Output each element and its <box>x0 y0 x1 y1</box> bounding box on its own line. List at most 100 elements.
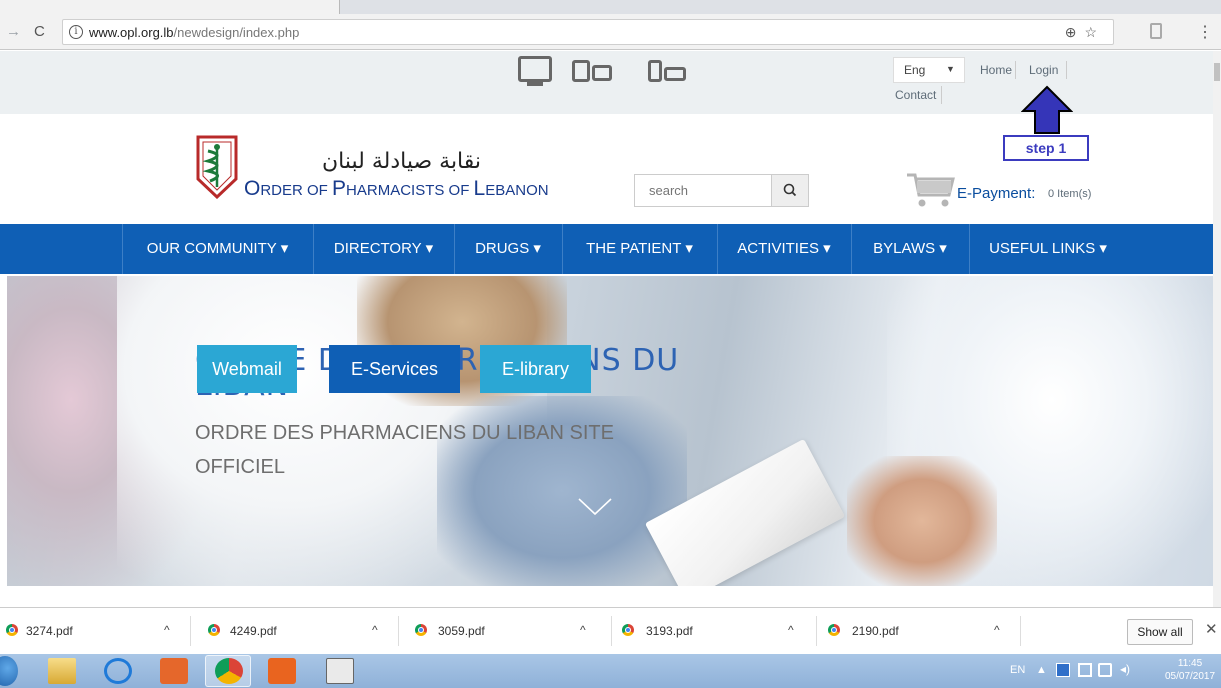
nav-the-patient[interactable]: THE PATIENT ▾ <box>562 224 717 274</box>
media-player-icon[interactable] <box>160 658 188 684</box>
omnibox-actions: ⊕☆ <box>1065 24 1105 41</box>
cart-icon[interactable] <box>905 171 955 211</box>
volume-icon[interactable]: ◂) <box>1120 662 1130 676</box>
search-input[interactable] <box>635 175 773 206</box>
url-path: /newdesign/index.php <box>173 25 300 40</box>
nav-label: DRUGS <box>475 240 530 257</box>
logo-word: EBANON <box>485 182 549 199</box>
step-arrow-icon <box>1021 85 1073 134</box>
cart-item-count: 0 Item(s) <box>1048 188 1092 200</box>
file-explorer-icon[interactable] <box>48 658 76 684</box>
search-box <box>634 174 809 207</box>
logo-english-text[interactable]: ORDER OF PHARMACISTS OF LEBANON <box>244 177 549 201</box>
tray-display-icon[interactable] <box>1098 663 1112 677</box>
forward-arrow-icon[interactable]: → <box>6 23 21 40</box>
epayment-label[interactable]: E-Payment: <box>957 185 1035 202</box>
chevron-down-icon: ▼ <box>946 64 955 74</box>
nav-useful-links[interactable]: USEFUL LINKS ▾ <box>969 224 1127 274</box>
hero-photo-hand <box>847 456 997 586</box>
logo-emblem-icon[interactable] <box>194 135 240 199</box>
login-link[interactable]: Login <box>1029 63 1058 77</box>
close-icon[interactable]: ✕ <box>1205 620 1218 638</box>
download-item[interactable]: 3274.pdf ^ <box>0 608 190 655</box>
e-library-button[interactable]: E-library <box>480 345 591 393</box>
logo-letter: O <box>244 177 261 200</box>
chrome-file-icon <box>622 624 634 636</box>
nav-directory[interactable]: DIRECTORY ▾ <box>313 224 454 274</box>
caret-down-icon: ▾ <box>1099 240 1107 257</box>
search-button[interactable] <box>771 175 808 206</box>
nav-label: THE PATIENT <box>586 240 682 257</box>
zoom-icon[interactable]: ⊕ <box>1065 24 1085 40</box>
tray-network-icon[interactable] <box>1078 663 1092 677</box>
tray-expand-icon[interactable]: ▲ <box>1036 664 1047 676</box>
nav-bylaws[interactable]: BYLAWS ▾ <box>851 224 969 274</box>
url-host: www.opl.org.lb <box>89 25 174 40</box>
input-language-indicator[interactable]: EN <box>1010 664 1025 676</box>
downloads-bar: 3274.pdf ^ 4249.pdf ^ 3059.pdf ^ 3193.pd… <box>0 607 1221 654</box>
download-item[interactable]: 4249.pdf ^ <box>196 608 396 655</box>
download-filename: 4249.pdf <box>230 624 277 638</box>
page-scrollbar[interactable] <box>1213 51 1221 607</box>
scrollbar-thumb[interactable] <box>1214 63 1220 81</box>
chevron-up-icon[interactable]: ^ <box>788 623 794 637</box>
reload-icon[interactable]: C <box>34 23 45 40</box>
download-filename: 3193.pdf <box>646 624 693 638</box>
language-value: Eng <box>904 63 926 77</box>
divider <box>941 86 942 104</box>
webmail-button[interactable]: Webmail <box>197 345 297 393</box>
divider <box>190 616 191 646</box>
nav-label: USEFUL LINKS <box>989 240 1096 257</box>
browser-menu-icon[interactable]: ⋮ <box>1197 22 1213 42</box>
tablet-landscape-icon[interactable] <box>592 65 612 81</box>
system-clock[interactable]: 11:45 05/07/2017 <box>1165 657 1215 683</box>
mobile-landscape-icon[interactable] <box>664 67 686 81</box>
windows-taskbar: EN ▲ ◂) 11:45 05/07/2017 <box>0 654 1221 688</box>
show-all-downloads-button[interactable]: Show all <box>1127 619 1193 645</box>
url-text[interactable]: www.opl.org.lb/newdesign/index.php <box>89 25 299 40</box>
contact-link[interactable]: Contact <box>895 88 936 102</box>
download-item[interactable]: 2190.pdf ^ <box>822 608 1022 655</box>
desktop-stand <box>527 82 543 86</box>
home-link[interactable]: Home <box>980 63 1012 77</box>
download-filename: 2190.pdf <box>852 624 899 638</box>
nav-activities[interactable]: ACTIVITIES ▾ <box>717 224 851 274</box>
chevron-up-icon[interactable]: ^ <box>994 623 1000 637</box>
nav-drugs[interactable]: DRUGS ▾ <box>454 224 562 274</box>
chrome-file-icon <box>415 624 427 636</box>
search-icon <box>783 183 797 197</box>
app-l-icon[interactable] <box>268 658 296 684</box>
e-services-button[interactable]: E-Services <box>329 345 460 393</box>
caret-down-icon: ▾ <box>685 240 693 257</box>
desktop-icon[interactable] <box>518 56 552 82</box>
internet-explorer-icon[interactable] <box>104 658 132 684</box>
divider <box>1020 616 1021 646</box>
caret-down-icon: ▾ <box>939 240 947 257</box>
nav-our-community[interactable]: OUR COMMUNITY ▾ <box>122 224 313 274</box>
browser-tab[interactable] <box>0 0 340 14</box>
extension-icon[interactable] <box>1150 23 1162 39</box>
tray-app-icon[interactable] <box>1056 663 1070 677</box>
logo-arabic-text: نقابة صيادلة لبنان <box>322 149 482 174</box>
chrome-icon[interactable] <box>215 658 243 684</box>
main-navigation: OUR COMMUNITY ▾ DIRECTORY ▾ DRUGS ▾ THE … <box>0 224 1213 274</box>
mobile-icon[interactable] <box>648 60 662 82</box>
browser-tab-strip <box>0 0 1221 14</box>
chevron-up-icon[interactable]: ^ <box>372 623 378 637</box>
scroll-down-chevron-icon[interactable] <box>577 497 613 517</box>
tablet-icon[interactable] <box>572 60 590 82</box>
nav-label: OUR COMMUNITY <box>146 240 277 257</box>
star-icon[interactable]: ☆ <box>1084 24 1105 40</box>
site-info-icon[interactable]: i <box>69 25 83 39</box>
download-item[interactable]: 3059.pdf ^ <box>405 608 610 655</box>
caret-down-icon: ▾ <box>280 240 289 257</box>
language-select[interactable]: Eng ▼ <box>893 57 965 83</box>
window-icon[interactable] <box>326 658 354 684</box>
nav-label: ACTIVITIES <box>737 240 819 257</box>
chevron-up-icon[interactable]: ^ <box>164 623 170 637</box>
address-bar[interactable]: i www.opl.org.lb/newdesign/index.php ⊕☆ <box>62 19 1114 45</box>
download-item[interactable]: 3193.pdf ^ <box>616 608 816 655</box>
start-button-icon[interactable] <box>0 656 18 686</box>
caret-down-icon: ▾ <box>823 240 831 257</box>
chevron-up-icon[interactable]: ^ <box>580 623 586 637</box>
